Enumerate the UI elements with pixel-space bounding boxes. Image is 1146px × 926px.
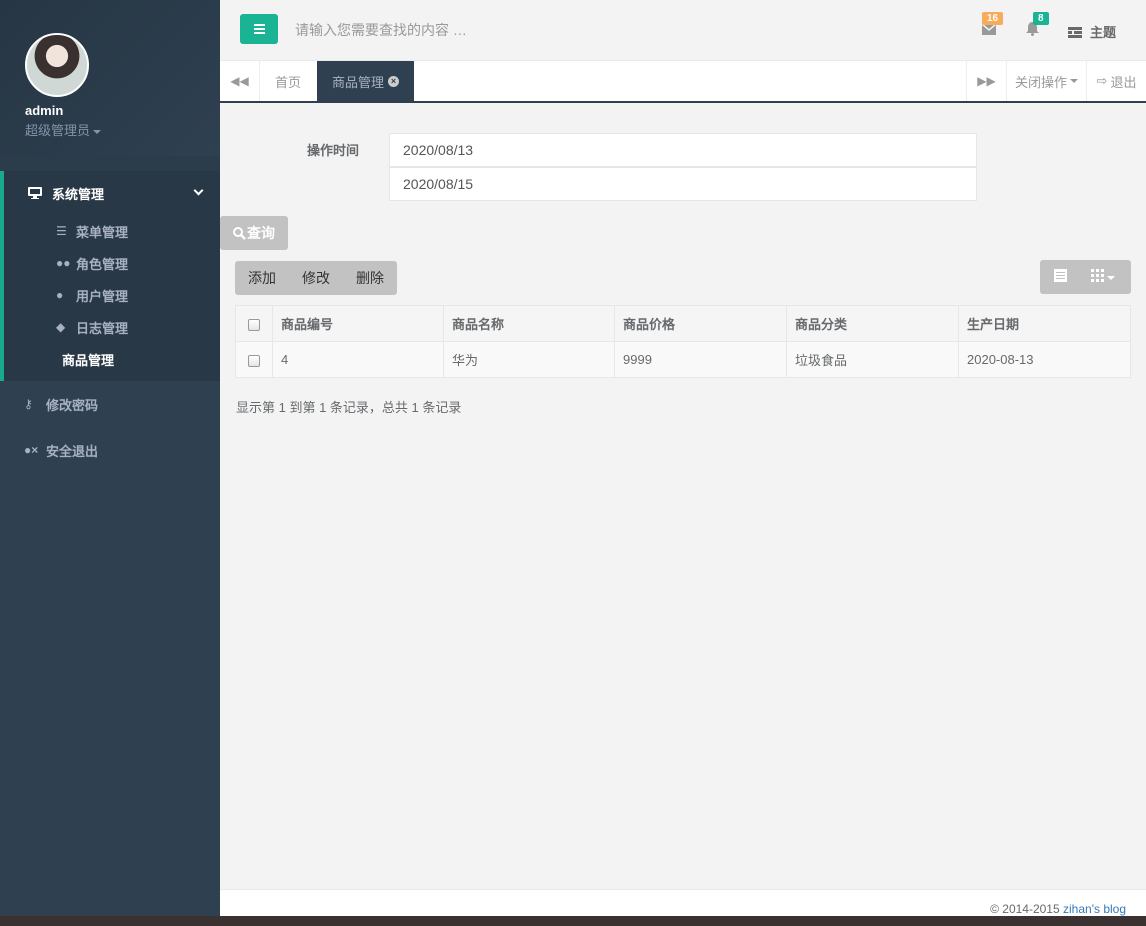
list-icon <box>1054 269 1067 282</box>
header-cell[interactable]: 商品分类 <box>786 305 959 342</box>
pagination-summary: 显示第 1 到第 1 条记录，总共 1 条记录 <box>236 400 462 415</box>
select-all-cell <box>235 305 273 342</box>
blog-link[interactable]: zihan's blog <box>1063 902 1126 916</box>
close-operations-dropdown[interactable]: 关闭操作 <box>1006 61 1086 101</box>
footer: © 2014-2015 zihan's blog <box>220 889 1146 916</box>
list-view-icon[interactable] <box>1054 269 1067 285</box>
close-tab-icon[interactable]: × <box>388 75 400 87</box>
tab-scroll-right-button[interactable]: ▶▶ <box>966 61 1006 101</box>
top-navbar: 16 8 主题 <box>220 0 1146 61</box>
add-button[interactable]: 添加 <box>235 268 289 288</box>
query-label: 查询 <box>247 225 275 241</box>
envelope-icon <box>981 23 997 35</box>
sidebar-item-label: 安全退出 <box>46 443 99 459</box>
sidebar-item-label: 菜单管理 <box>76 224 129 240</box>
operation-time-label: 操作时间 <box>307 143 360 158</box>
mail-count-badge: 16 <box>982 12 1004 25</box>
search-icon <box>233 226 246 240</box>
user-name: admin <box>25 103 64 118</box>
sidebar-item-logout[interactable]: ●× 安全退出 <box>0 427 220 473</box>
exit-button[interactable]: ⇨ 退出 <box>1086 61 1146 101</box>
theme-button[interactable]: 主题 <box>1068 22 1116 41</box>
caret-down-icon <box>1107 276 1115 281</box>
sidebar-item-label: 修改密码 <box>46 397 99 413</box>
query-button[interactable]: 查询 <box>220 216 288 250</box>
nav-group-system: 系统管理 ☰ 菜单管理 ●● 角色管理 ● 用户管理 ◆ 日志管理 商品管理 <box>0 171 220 381</box>
table-cell: 4 <box>272 341 444 378</box>
search-input[interactable] <box>295 20 595 40</box>
tab-label: 首页 <box>275 74 302 90</box>
table-cell: 9999 <box>614 341 787 378</box>
menu-toggle-button[interactable] <box>240 14 278 44</box>
sidebar-item-label: 日志管理 <box>76 320 129 336</box>
header-cell[interactable]: 商品名称 <box>443 305 615 342</box>
sliders-icon: ☰ <box>56 224 67 238</box>
table-cell: 华为 <box>443 341 615 378</box>
key-icon: ⚷ <box>24 397 33 411</box>
start-date-input[interactable]: 2020/08/13 <box>389 133 977 167</box>
grid-icon <box>1091 269 1104 282</box>
avatar[interactable] <box>25 33 89 97</box>
sidebar-item-label: 商品管理 <box>62 352 115 368</box>
footer-text: © 2014-2015 zihan's blog <box>990 902 1126 916</box>
end-date-input[interactable]: 2020/08/15 <box>389 167 977 201</box>
action-button-group: 添加 修改 删除 <box>235 261 397 295</box>
row-checkbox[interactable] <box>248 354 260 367</box>
close-ops-label: 关闭操作 <box>1014 74 1067 90</box>
sidebar-item-change-password[interactable]: ⚷ 修改密码 <box>0 381 220 427</box>
theme-label: 主题 <box>1090 25 1117 40</box>
select-all-checkbox[interactable] <box>248 318 260 331</box>
monitor-icon <box>28 187 42 199</box>
nav-group-label: 系统管理 <box>52 186 105 202</box>
table-row[interactable]: 4 华为 9999 垃圾食品 2020-08-13 <box>235 341 1131 378</box>
chevron-down-icon <box>193 185 204 196</box>
backward-icon: ◀◀ <box>230 74 249 88</box>
sidebar-item-label: 用户管理 <box>76 288 129 304</box>
notify-count-badge: 8 <box>1033 12 1049 25</box>
theme-icon <box>1068 27 1082 38</box>
nav-item-system-management[interactable]: 系统管理 <box>4 171 220 215</box>
page-tabs: ◀◀ 首页 商品管理 × ▶▶ 关闭操作 ⇨ 退出 <box>220 61 1146 103</box>
header-cell[interactable]: 商品价格 <box>614 305 787 342</box>
exit-label: 退出 <box>1110 74 1137 90</box>
caret-down-icon <box>93 129 102 134</box>
caret-down-icon <box>1070 79 1078 83</box>
tags-icon: ◆ <box>56 320 66 334</box>
forward-icon: ▶▶ <box>977 74 996 88</box>
user-icon: ● <box>56 288 64 302</box>
table-cell: 2020-08-13 <box>958 341 1131 378</box>
profile-panel: admin 超级管理员 <box>0 0 220 156</box>
tab-product-management[interactable]: 商品管理 × <box>317 61 415 101</box>
edit-button[interactable]: 修改 <box>289 268 343 288</box>
row-select-cell <box>235 341 273 378</box>
tab-home[interactable]: 首页 <box>260 61 316 101</box>
copyright-text: © 2014-2015 <box>990 902 1060 916</box>
tab-scroll-left-button[interactable]: ◀◀ <box>220 61 260 101</box>
users-icon: ●● <box>56 256 71 270</box>
sidebar-item-role[interactable]: ●● 角色管理 <box>4 247 220 279</box>
user-remove-icon: ●× <box>24 443 39 457</box>
sign-out-icon: ⇨ <box>1096 73 1108 88</box>
sidebar-item-user[interactable]: ● 用户管理 <box>4 279 220 311</box>
sidebar: admin 超级管理员 系统管理 ☰ 菜单管理 ●● 角色管理 ● 用户管理 ◆ 日志管… <box>0 0 220 916</box>
header-cell[interactable]: 商品编号 <box>272 305 444 342</box>
columns-toggle-button[interactable] <box>1091 269 1115 285</box>
product-table: 商品编号 商品名称 商品价格 商品分类 生产日期 4 华为 9999 垃圾食品 … <box>235 305 1131 378</box>
header-cell[interactable]: 生产日期 <box>958 305 1131 342</box>
sidebar-item-product[interactable]: 商品管理 <box>4 343 220 375</box>
sidebar-item-label: 角色管理 <box>76 256 129 272</box>
delete-button[interactable]: 删除 <box>343 268 397 288</box>
nav-divider <box>0 156 220 171</box>
table-cell: 垃圾食品 <box>786 341 959 378</box>
user-role-label: 超级管理员 <box>25 123 91 138</box>
os-taskbar <box>0 916 1146 926</box>
sidebar-item-log[interactable]: ◆ 日志管理 <box>4 311 220 343</box>
table-header-row: 商品编号 商品名称 商品价格 商品分类 生产日期 <box>235 305 1131 342</box>
table-tools-group <box>1040 260 1131 294</box>
sidebar-item-menu[interactable]: ☰ 菜单管理 <box>4 215 220 247</box>
tab-label: 商品管理 <box>332 74 385 90</box>
user-role-dropdown[interactable]: 超级管理员 <box>25 120 220 139</box>
